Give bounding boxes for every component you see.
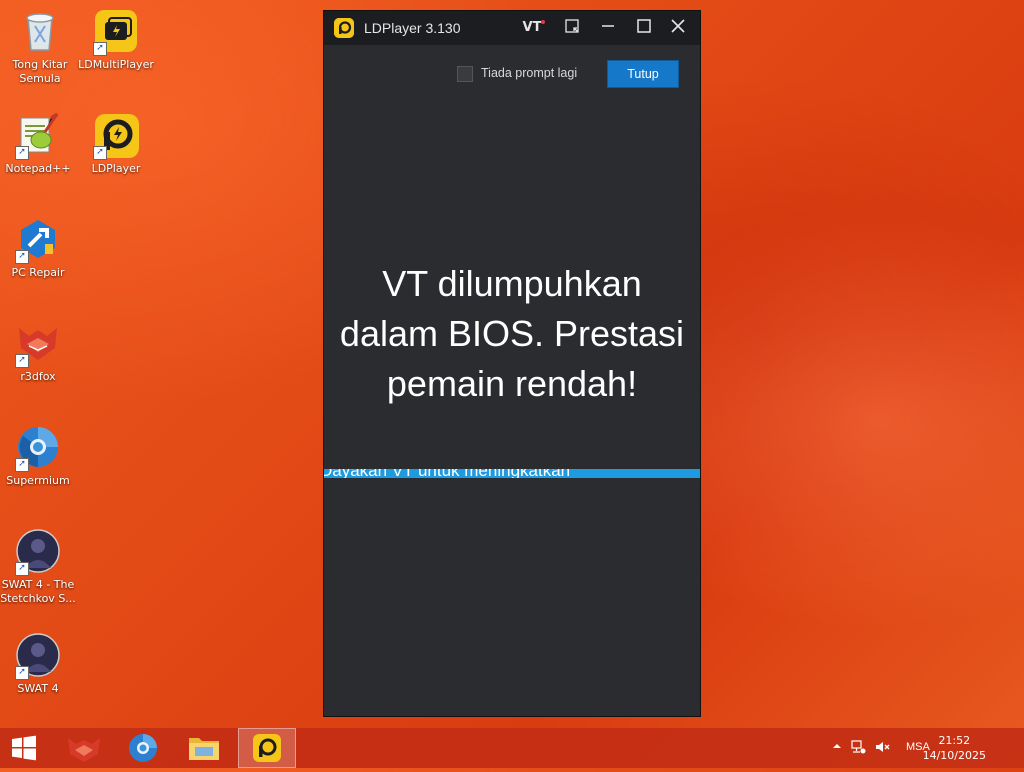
shortcut-arrow-icon: ➚ <box>15 146 29 160</box>
start-button[interactable] <box>0 728 48 768</box>
dont-prompt-again-label: Tiada prompt lagi <box>481 66 578 80</box>
desktop-icon-ldmultiplayer[interactable]: ➚ LDMultiPlayer <box>78 8 154 72</box>
ldplayer-icon: ➚ <box>93 112 139 160</box>
volume-button[interactable] <box>874 739 890 758</box>
shortcut-arrow-icon: ➚ <box>15 354 29 368</box>
message-line: pemain rendah! <box>386 363 638 404</box>
minimize-icon <box>602 25 614 27</box>
shortcut-arrow-icon: ➚ <box>93 146 107 160</box>
taskbar-supermium[interactable] <box>114 728 172 768</box>
shortcut-arrow-icon: ➚ <box>15 562 29 576</box>
shortcut-arrow-icon: ➚ <box>15 666 29 680</box>
close-icon <box>671 19 685 33</box>
chevron-up-icon <box>833 744 841 748</box>
minimize-button[interactable] <box>595 15 621 41</box>
desktop-icon-supermium[interactable]: ➚ Supermium <box>0 424 76 488</box>
desktop-icon-label: LDPlayer <box>91 162 141 175</box>
system-tray: MSA 21:52 14/10/2025 <box>824 728 1024 768</box>
desktop-icon-label: SWAT 4 <box>17 682 59 695</box>
ldplayer-icon <box>253 734 281 762</box>
desktop-icon-notepadpp[interactable]: ➚ Notepad++ <box>0 112 76 176</box>
enable-vt-banner-text: Dayakan VT untuk meningkatkan <box>324 469 570 478</box>
shortcut-arrow-icon: ➚ <box>93 42 107 56</box>
clock-time: 21:52 <box>938 734 971 747</box>
desktop-icon-swat4[interactable]: ➚ SWAT 4 <box>0 632 76 696</box>
desktop-icon-r3dfox[interactable]: ➚ r3dfox <box>0 320 76 384</box>
vt-alert-dot <box>541 20 545 24</box>
network-status-button[interactable] <box>850 739 866 758</box>
clock[interactable]: 21:52 14/10/2025 <box>923 733 986 763</box>
taskbar-r3dfox[interactable] <box>55 728 113 768</box>
enable-vt-banner[interactable]: Dayakan VT untuk meningkatkan <box>324 469 700 478</box>
desktop-icon-label: SWAT 4 - The Stetchkov S... <box>0 578 76 605</box>
window-title: LDPlayer 3.130 <box>364 20 461 36</box>
desktop-icon-label: PC Repair <box>11 266 65 279</box>
swat4-icon: ➚ <box>15 528 61 576</box>
close-window-button[interactable] <box>665 15 691 41</box>
vt-disabled-message: VT dilumpuhkan dalam BIOS. Prestasi pema… <box>324 259 700 409</box>
restore-window-button[interactable] <box>559 15 585 41</box>
dont-prompt-again-checkbox[interactable] <box>457 66 473 82</box>
message-line: dalam BIOS. Prestasi <box>339 313 685 354</box>
shortcut-arrow-icon: ➚ <box>15 250 29 264</box>
taskbar: MSA 21:52 14/10/2025 <box>0 728 1024 768</box>
desktop-icon-label: Supermium <box>6 474 70 487</box>
r3dfox-icon <box>68 738 100 762</box>
vt-warning-panel: Tiada prompt lagi Tutup VT dilumpuhkan d… <box>324 45 700 716</box>
desktop-icon-label: LDMultiPlayer <box>78 58 154 71</box>
window-titlebar[interactable]: LDPlayer 3.130 VT <box>324 11 700 45</box>
folder-icon <box>189 738 219 760</box>
clock-date: 14/10/2025 <box>922 749 986 762</box>
desktop-icon-label: Notepad++ <box>5 162 71 175</box>
vt-status-button[interactable]: VT <box>519 15 545 41</box>
recycle-bin-icon <box>17 8 63 54</box>
desktop-icon-label: r3dfox <box>20 370 56 383</box>
windows-logo-icon <box>12 735 36 761</box>
volume-muted-icon <box>876 742 890 752</box>
r3dfox-icon: ➚ <box>15 320 61 368</box>
network-icon <box>851 740 866 754</box>
desktop-icon-pc-repair[interactable]: ➚ PC Repair <box>0 216 76 280</box>
ldplayer-logo-icon <box>334 18 354 38</box>
desktop-icon-label: Tong Kitar Semula <box>12 58 68 85</box>
maximize-button[interactable] <box>631 15 657 41</box>
taskbar-file-explorer[interactable] <box>175 728 233 768</box>
swat4-icon: ➚ <box>15 632 61 680</box>
tutup-button[interactable]: Tutup <box>607 60 679 88</box>
notepadpp-icon: ➚ <box>15 112 61 160</box>
ldmultiplayer-icon: ➚ <box>93 8 139 56</box>
desktop-icon-swat4-stetchkov[interactable]: ➚ SWAT 4 - The Stetchkov S... <box>0 528 76 606</box>
supermium-icon: ➚ <box>15 424 61 472</box>
shrink-icon <box>565 19 579 33</box>
show-hidden-icons-button[interactable] <box>832 741 842 754</box>
supermium-icon <box>129 734 157 762</box>
message-line: VT dilumpuhkan <box>382 263 642 304</box>
shortcut-arrow-icon: ➚ <box>15 458 29 472</box>
maximize-icon <box>637 19 651 33</box>
desktop-icon-ldplayer[interactable]: ➚ LDPlayer <box>78 112 154 176</box>
vt-badge-label: VT <box>522 20 542 35</box>
taskbar-ldplayer[interactable] <box>238 728 296 768</box>
pc-repair-icon: ➚ <box>15 216 61 264</box>
desktop-icon-recycle-bin[interactable]: Tong Kitar Semula <box>2 8 78 86</box>
ldplayer-window: LDPlayer 3.130 VT Tiada prompt lagi Tutu… <box>323 10 701 717</box>
